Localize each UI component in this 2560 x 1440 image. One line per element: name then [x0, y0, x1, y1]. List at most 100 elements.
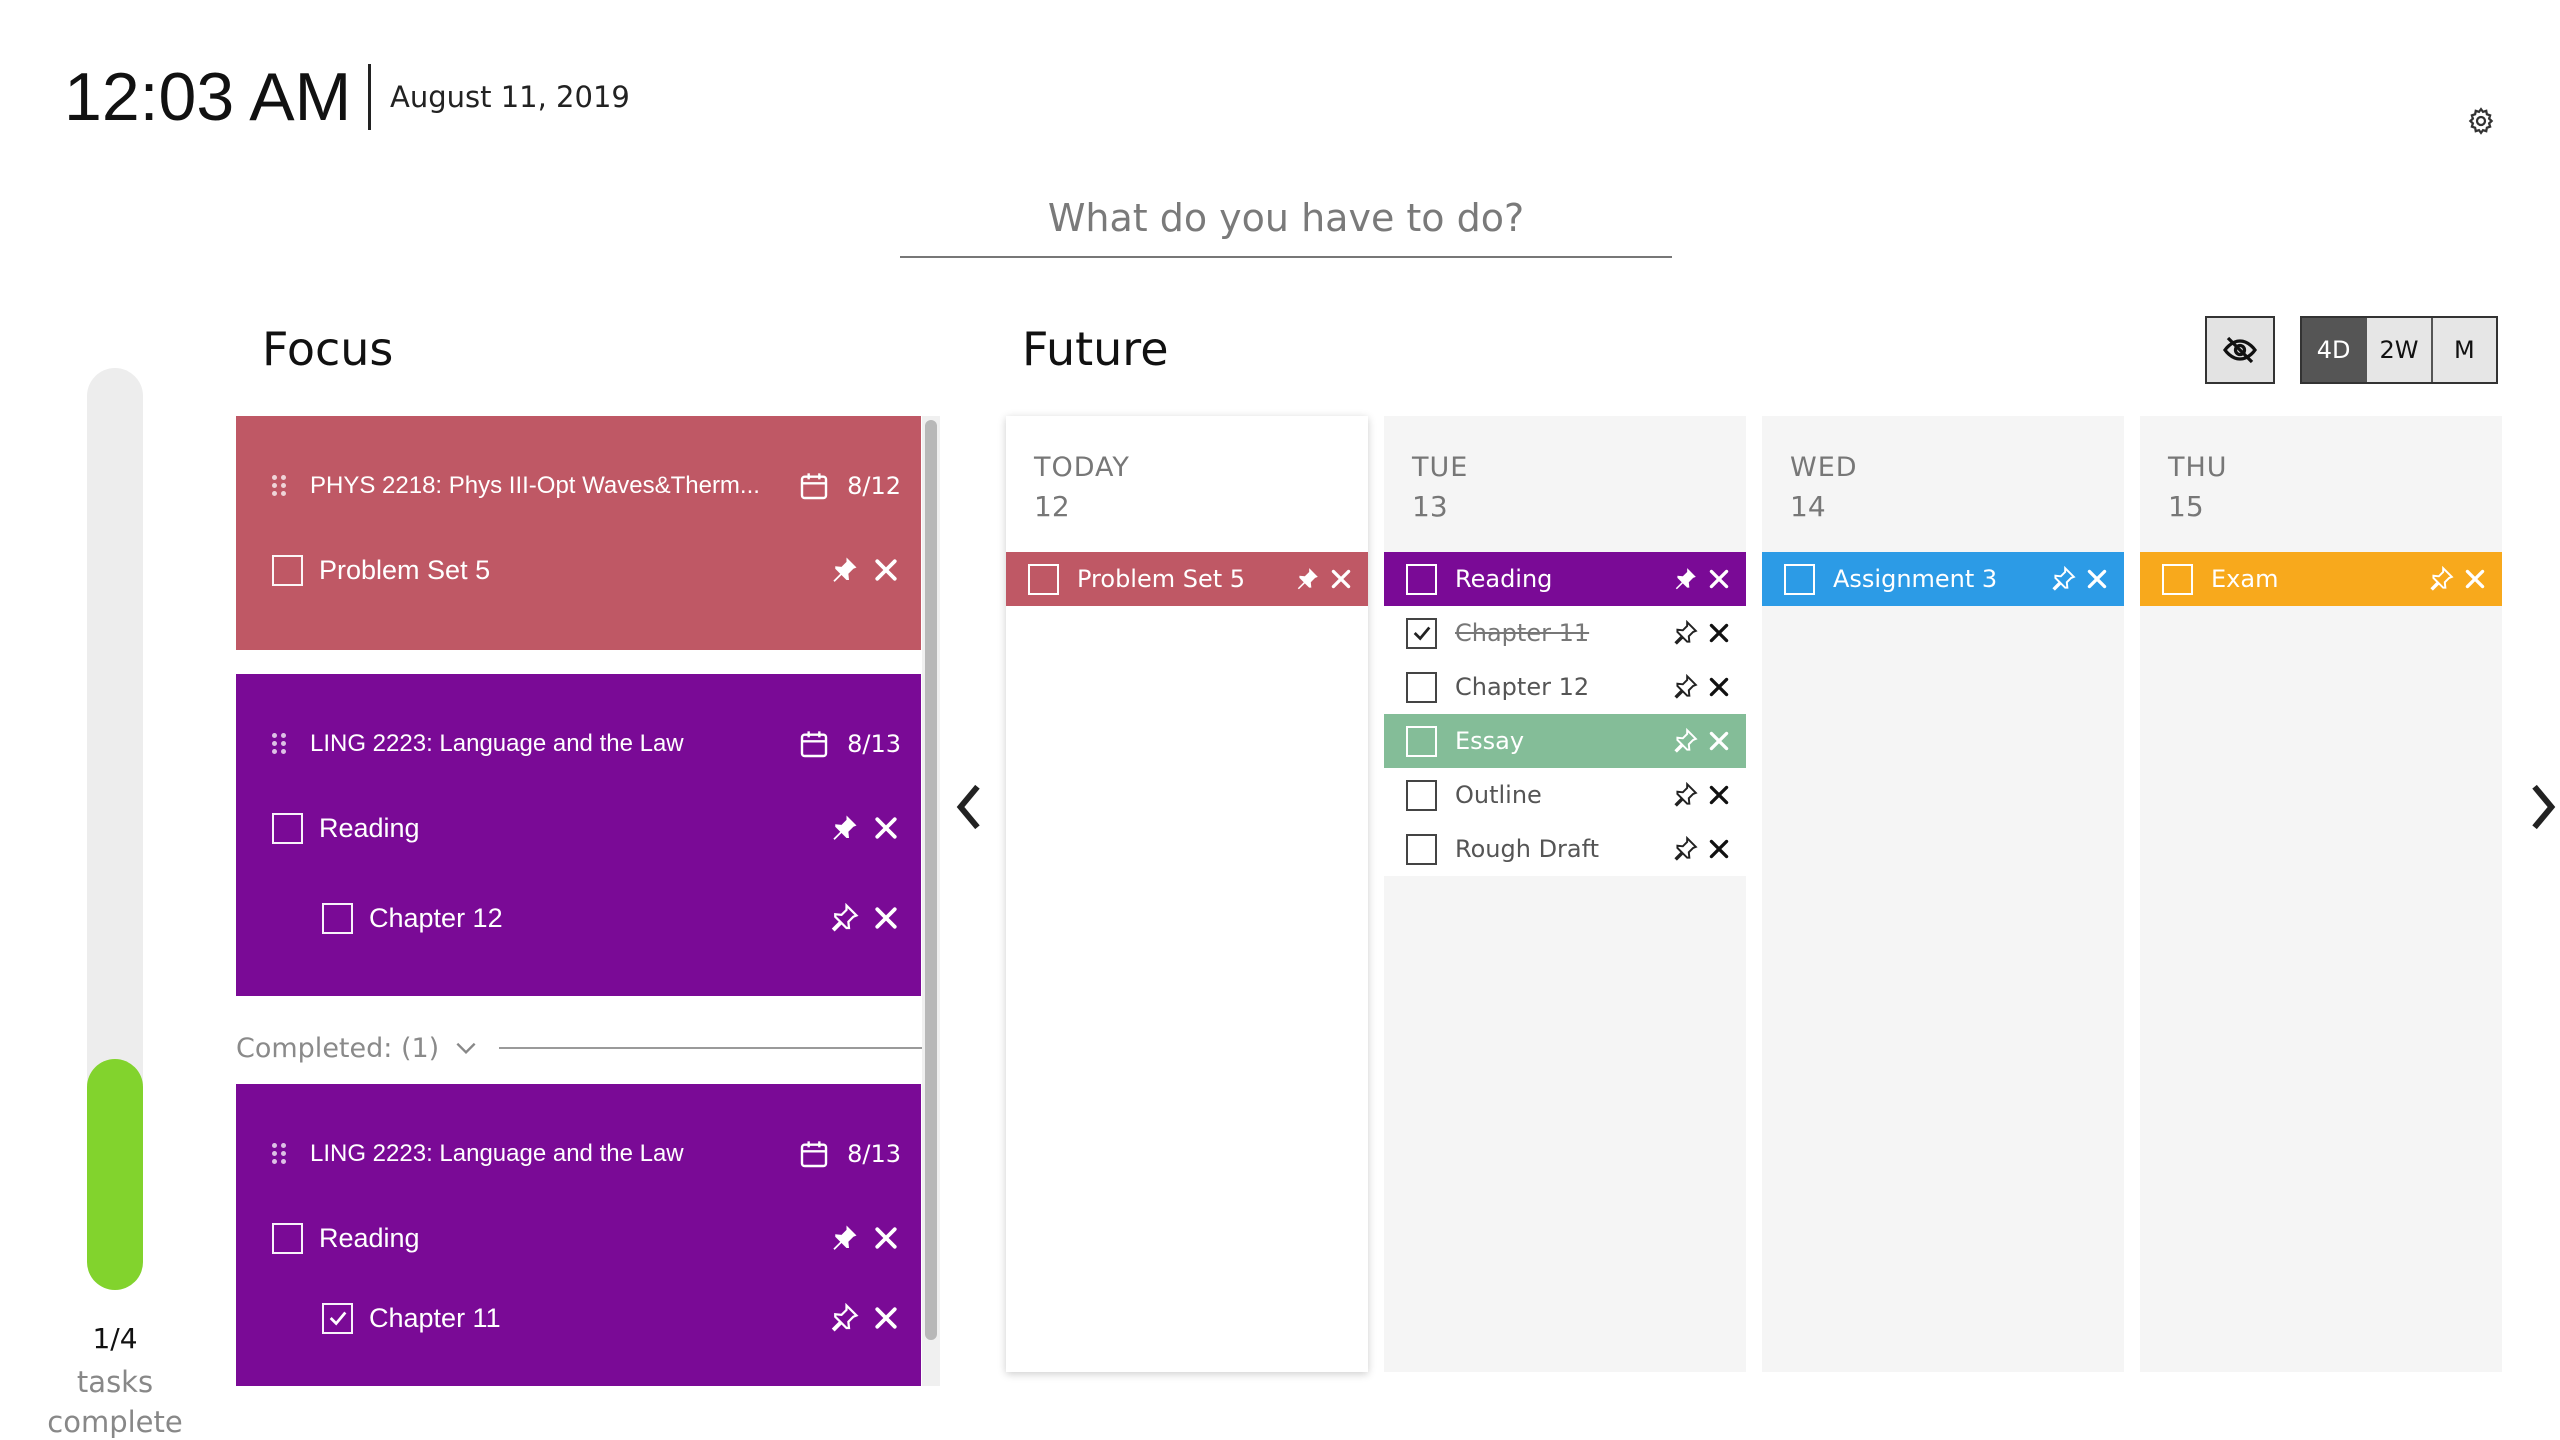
task-checkbox-checked[interactable] — [1406, 617, 1437, 649]
pin-filled-icon[interactable] — [829, 1223, 859, 1253]
focus-card: PHYS 2218: Phys III-Opt Waves&Therm... 8… — [236, 416, 921, 650]
close-icon[interactable] — [871, 813, 901, 843]
header-divider — [368, 64, 371, 130]
calendar-icon[interactable] — [797, 728, 831, 760]
close-icon[interactable] — [871, 903, 901, 933]
day-number: 13 — [1412, 490, 1448, 523]
day-name: WED — [1790, 452, 1858, 483]
close-icon[interactable] — [1706, 674, 1732, 700]
day-column-wed: WED 14 Assignment 3 — [1762, 416, 2124, 1372]
view-month-button[interactable]: M — [2430, 318, 2496, 382]
subtask-row: Chapter 12 — [322, 896, 901, 940]
pin-outline-icon[interactable] — [1672, 836, 1698, 862]
close-icon[interactable] — [1706, 782, 1732, 808]
close-icon[interactable] — [871, 1223, 901, 1253]
task-label: Chapter 11 — [1455, 619, 1590, 647]
clock-time: 12:03 AM — [64, 59, 352, 135]
task-label: Problem Set 5 — [319, 554, 491, 585]
pin-outline-icon[interactable] — [1672, 620, 1698, 646]
course-name: PHYS 2218: Phys III-Opt Waves&Therm... — [310, 472, 760, 499]
drag-handle-icon[interactable] — [272, 1141, 290, 1167]
pin-outline-icon[interactable] — [1672, 782, 1698, 808]
calendar-icon[interactable] — [797, 1138, 831, 1170]
future-task[interactable]: Assignment 3 — [1762, 552, 2124, 606]
focus-title: Focus — [262, 322, 394, 376]
close-icon[interactable] — [1706, 836, 1732, 862]
close-icon[interactable] — [2462, 566, 2488, 592]
pin-outline-icon[interactable] — [2050, 566, 2076, 592]
focus-scrollbar-thumb[interactable] — [925, 420, 937, 1340]
close-icon[interactable] — [1706, 620, 1732, 646]
due-date: 8/13 — [847, 730, 901, 758]
close-icon[interactable] — [871, 1303, 901, 1333]
future-task[interactable]: Problem Set 5 — [1006, 552, 1368, 606]
future-task[interactable]: Exam — [2140, 552, 2502, 606]
future-task[interactable]: Outline — [1384, 768, 1746, 822]
pin-outline-icon[interactable] — [829, 903, 859, 933]
close-icon[interactable] — [2084, 566, 2110, 592]
settings-gear-icon[interactable] — [2466, 106, 2496, 136]
task-checkbox[interactable] — [272, 1222, 303, 1254]
completed-divider — [499, 1047, 922, 1049]
task-checkbox[interactable] — [272, 554, 303, 586]
pin-outline-icon[interactable] — [1672, 728, 1698, 754]
calendar-icon[interactable] — [797, 470, 831, 502]
future-task[interactable]: Chapter 12 — [1384, 660, 1746, 714]
checkmark-icon — [1413, 626, 1430, 641]
pin-outline-icon[interactable] — [829, 1303, 859, 1333]
course-name: LING 2223: Language and the Law — [310, 730, 684, 757]
checkmark-icon — [329, 1311, 346, 1326]
task-checkbox[interactable] — [1406, 671, 1437, 703]
task-checkbox[interactable] — [1406, 725, 1437, 757]
task-checkbox[interactable] — [1406, 779, 1437, 811]
day-name: THU — [2168, 452, 2228, 483]
close-icon[interactable] — [1706, 566, 1732, 592]
close-icon[interactable] — [1706, 728, 1732, 754]
task-label: Problem Set 5 — [1077, 565, 1246, 593]
current-date: August 11, 2019 — [390, 80, 630, 114]
future-task[interactable]: Reading — [1384, 552, 1746, 606]
future-task[interactable]: Chapter 11 — [1384, 606, 1746, 660]
focus-list: PHYS 2218: Phys III-Opt Waves&Therm... 8… — [236, 416, 936, 1386]
task-label: Exam — [2211, 565, 2279, 593]
task-checkbox[interactable] — [2162, 563, 2193, 595]
drag-handle-icon[interactable] — [272, 731, 290, 757]
drag-handle-icon[interactable] — [272, 473, 290, 499]
future-task[interactable]: Essay — [1384, 714, 1746, 768]
pin-filled-icon[interactable] — [1294, 566, 1320, 592]
view-2w-button[interactable]: 2W — [2365, 318, 2431, 382]
view-4d-button[interactable]: 4D — [2302, 318, 2366, 382]
day-name: TODAY — [1034, 452, 1130, 483]
task-checkbox[interactable] — [322, 902, 353, 934]
task-checkbox[interactable] — [1784, 563, 1815, 595]
pin-filled-icon[interactable] — [829, 813, 859, 843]
progress-label-line1: tasks — [76, 1365, 154, 1399]
day-column-thu: THU 15 Exam — [2140, 416, 2502, 1372]
completed-label: Completed: (1) — [236, 1032, 440, 1064]
task-checkbox[interactable] — [272, 812, 303, 844]
due-date: 8/13 — [847, 1140, 901, 1168]
eye-off-icon — [2223, 336, 2257, 364]
task-checkbox[interactable] — [1406, 563, 1437, 595]
pin-outline-icon[interactable] — [2428, 566, 2454, 592]
completed-toggle[interactable]: Completed: (1) — [236, 1028, 922, 1068]
progress-label: tasks complete — [20, 1362, 210, 1440]
task-checkbox[interactable] — [1028, 563, 1059, 595]
task-checkbox-checked[interactable] — [322, 1302, 353, 1334]
task-label: Reading — [319, 812, 420, 843]
new-task-input[interactable] — [900, 180, 1672, 258]
hide-completed-button[interactable] — [2205, 316, 2275, 384]
task-label: Rough Draft — [1455, 835, 1600, 863]
task-checkbox[interactable] — [1406, 833, 1437, 865]
chevron-left-icon[interactable] — [952, 780, 986, 834]
close-icon[interactable] — [871, 555, 901, 585]
pin-outline-icon[interactable] — [1672, 674, 1698, 700]
chevron-right-icon[interactable] — [2526, 780, 2560, 834]
pin-filled-icon[interactable] — [1672, 566, 1698, 592]
progress-fill — [87, 1059, 143, 1290]
task-label: Chapter 12 — [369, 902, 503, 933]
task-row: Reading — [272, 806, 901, 850]
close-icon[interactable] — [1328, 566, 1354, 592]
pin-filled-icon[interactable] — [829, 555, 859, 585]
future-task[interactable]: Rough Draft — [1384, 822, 1746, 876]
